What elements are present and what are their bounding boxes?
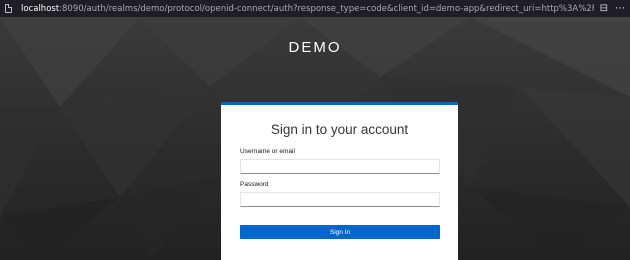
url-host: localhost — [21, 3, 60, 14]
url-bar-icons: ⊟ ⋯ — [593, 0, 630, 17]
username-label: Username or email — [240, 148, 295, 155]
overflow-menu-icon[interactable]: ⋯ — [615, 0, 625, 17]
password-label: Password — [240, 181, 269, 188]
page-icon — [5, 4, 12, 13]
reader-view-icon[interactable]: ⊟ — [600, 0, 608, 17]
browser-url-bar[interactable]: localhost:8090/auth/realms/demo/protocol… — [0, 0, 630, 17]
login-heading: Sign in to your account — [270, 122, 409, 137]
sign-in-button[interactable]: Sign In — [240, 225, 440, 239]
login-card: Sign in to your account Username or emai… — [221, 102, 458, 260]
url-path: :8090/auth/realms/demo/protocol/openid-c… — [59, 3, 593, 14]
password-input[interactable] — [240, 192, 440, 207]
address-url[interactable]: localhost:8090/auth/realms/demo/protocol… — [21, 4, 594, 14]
realm-title: DEMO — [288, 39, 342, 56]
username-input[interactable] — [240, 159, 440, 174]
